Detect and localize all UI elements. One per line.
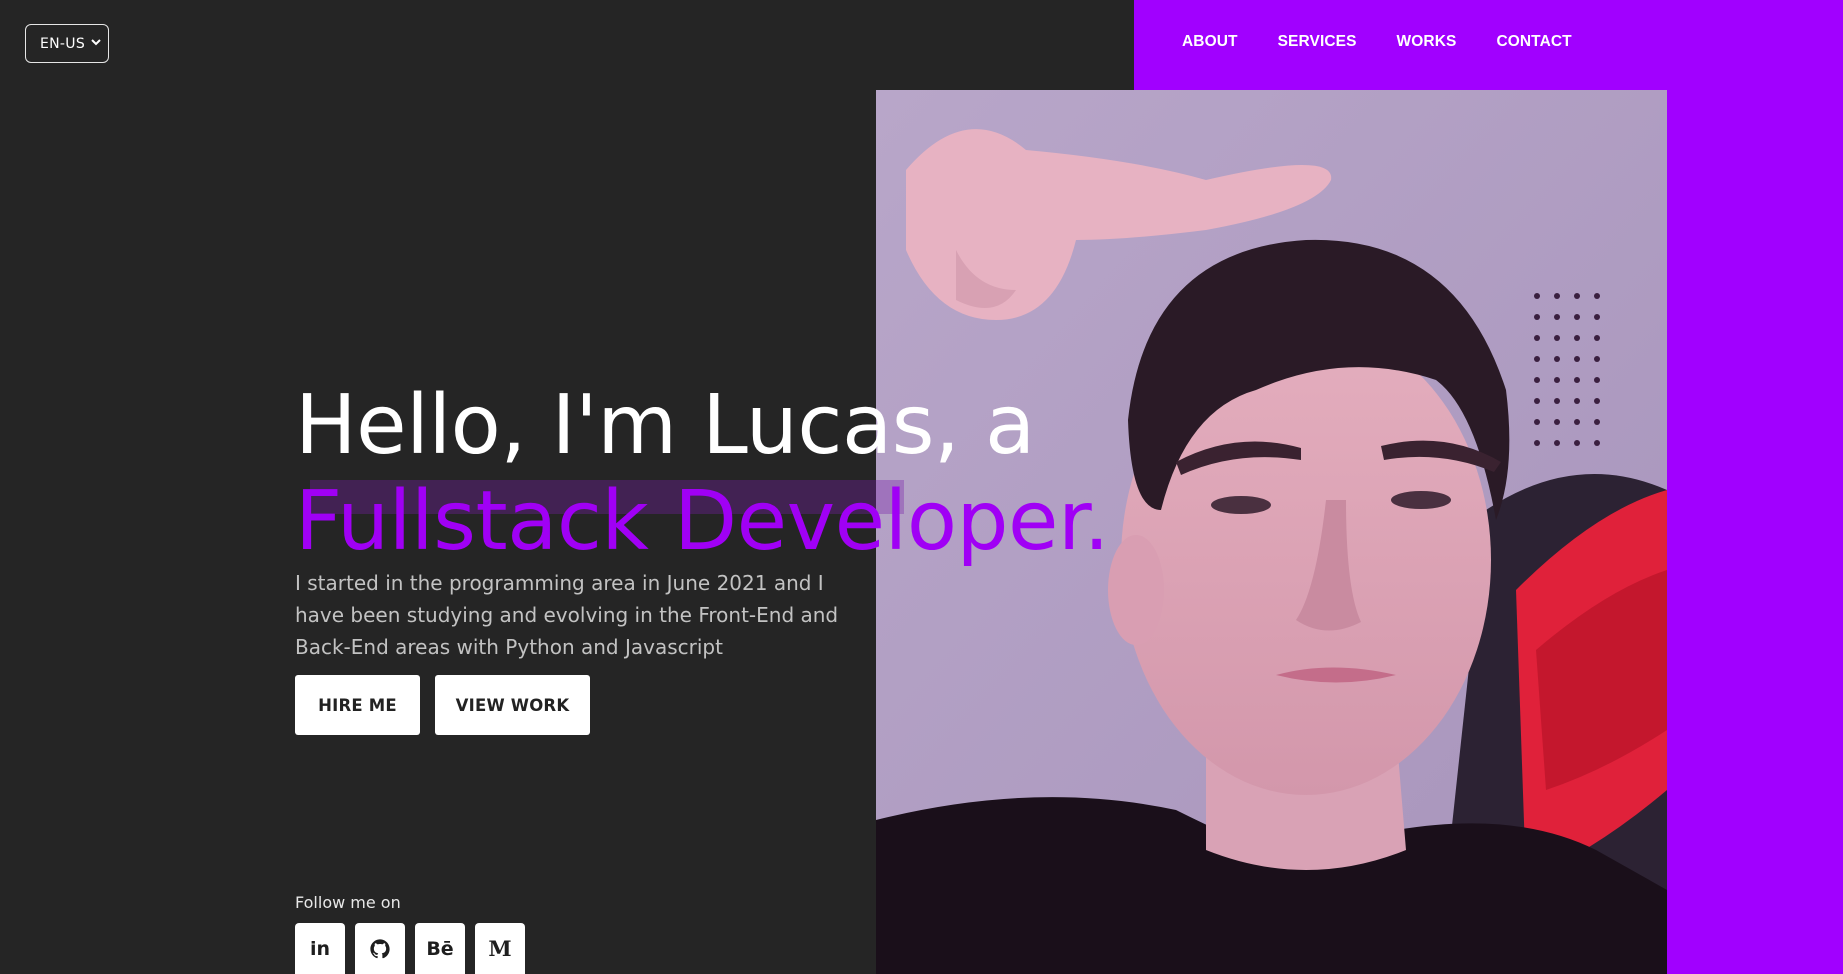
language-select[interactable]: EN-US xyxy=(25,24,109,63)
behance-link[interactable]: Bē xyxy=(415,923,465,974)
github-icon xyxy=(370,938,390,958)
follow-label: Follow me on xyxy=(295,893,401,912)
hero-headline: Hello, I'm Lucas, a Fullstack Developer. xyxy=(295,377,1110,570)
headline-line-2: Fullstack Developer. xyxy=(295,473,1110,569)
headline-line-1: Hello, I'm Lucas, a xyxy=(295,377,1035,473)
chevron-down-icon xyxy=(91,39,101,46)
nav-about[interactable]: ABOUT xyxy=(1182,33,1238,51)
view-work-button[interactable]: VIEW WORK xyxy=(435,675,590,735)
linkedin-icon: in xyxy=(309,937,331,960)
main-nav: ABOUT SERVICES WORKS CONTACT xyxy=(1182,33,1572,51)
linkedin-link[interactable]: in xyxy=(295,923,345,974)
language-select-value: EN-US xyxy=(40,35,86,52)
hire-me-button[interactable]: HIRE ME xyxy=(295,675,420,735)
page: EN-US ABOUT SERVICES WORKS CONTACT Hello… xyxy=(0,0,1843,974)
dot-grid-decoration xyxy=(1534,293,1600,446)
nav-services[interactable]: SERVICES xyxy=(1278,33,1357,51)
github-link[interactable] xyxy=(355,923,405,974)
hero-description: I started in the programming area in Jun… xyxy=(295,571,839,659)
medium-icon: M xyxy=(488,936,512,961)
nav-contact[interactable]: CONTACT xyxy=(1496,33,1571,51)
nav-works[interactable]: WORKS xyxy=(1397,33,1457,51)
medium-link[interactable]: M xyxy=(475,923,525,974)
behance-icon: Bē xyxy=(426,937,454,960)
